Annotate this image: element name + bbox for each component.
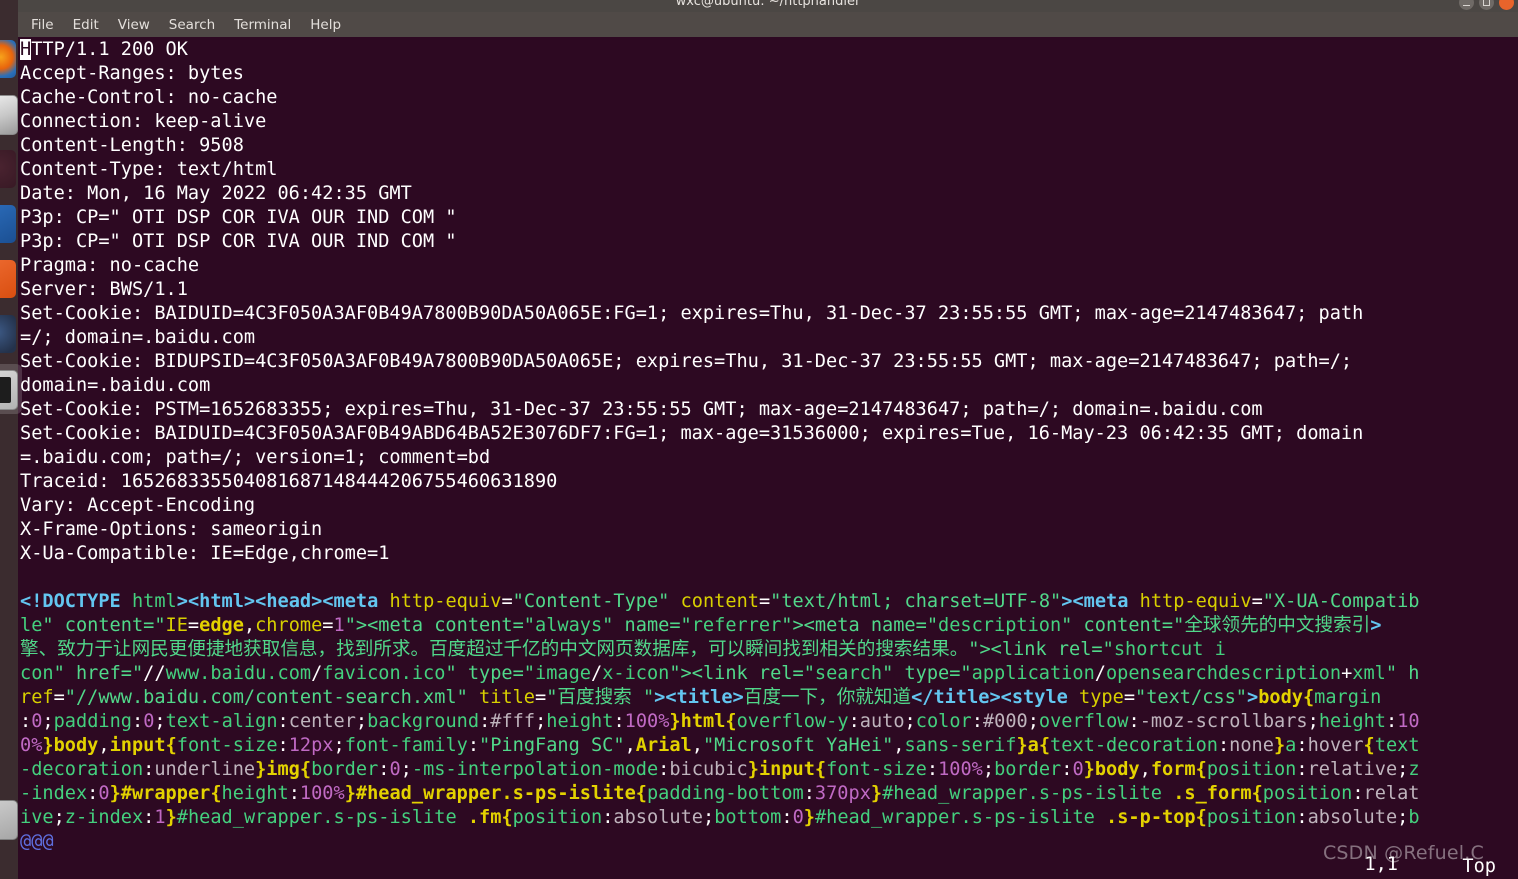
ubuntu-software-icon[interactable] [0,260,16,298]
header-line: P3p: CP=" OTI DSP COR IVA OUR IND COM " [20,207,457,228]
html-body-line: ref="//www.baidu.com/content-search.xml"… [20,687,1382,708]
menu-help[interactable]: Help [310,17,341,33]
menu-edit[interactable]: Edit [73,17,99,33]
header-line: Set-Cookie: PSTM=1652683355; expires=Thu… [20,399,1263,420]
window-title: wxc@ubuntu: ~/httphandler [675,0,861,9]
header-line: X-Ua-Compatible: IE=Edge,chrome=1 [20,543,390,564]
header-line: Cache-Control: no-cache [20,87,278,108]
header-line: =/; domain=.baidu.com [20,327,256,348]
header-line: X-Frame-Options: sameorigin [20,519,323,540]
header-line: Connection: keep-alive [20,111,267,132]
header-line: Content-Type: text/html [20,159,278,180]
menu-search[interactable]: Search [169,17,215,33]
header-line: Pragma: no-cache [20,255,200,276]
files-icon[interactable] [0,95,18,135]
header-line: Traceid: 1652683355040816871484442067554… [20,471,558,492]
html-body-line: <!DOCTYPE html><html><head><meta http-eq… [20,591,1420,612]
menubar[interactable]: File Edit View Search Terminal Help [18,12,1518,37]
window-controls[interactable] [1459,0,1514,10]
window-titlebar[interactable]: wxc@ubuntu: ~/httphandler [18,0,1518,12]
unity-launcher[interactable] [0,0,22,879]
html-body-line: -index:0}#wrapper{height:100%}#head_wrap… [20,783,1420,804]
header-line: Content-Length: 9508 [20,135,244,156]
header-line: Vary: Accept-Encoding [20,495,256,516]
html-body-line: le" content="IE=edge,chrome=1"><meta con… [20,615,1382,636]
minimize-button[interactable] [1459,0,1474,10]
html-body-line: 擎、致力于让网民更便捷地获取信息，找到所求。百度超过千亿的中文网页数据库，可以瞬… [20,639,1226,660]
maximize-button[interactable] [1479,0,1494,10]
vim-status-line: 1,1 Top [18,849,1518,879]
menu-file[interactable]: File [31,17,54,33]
scroll-indicator: Top [1462,856,1496,877]
cursor-position: 1,1 [1364,854,1398,875]
firefox-icon[interactable] [0,40,16,78]
status-line: HTTP/1.1 200 OK [20,39,188,60]
terminal-output[interactable]: HTTP/1.1 200 OK Accept-Ranges: bytes Cache… [18,37,1518,879]
software-center-icon[interactable] [0,205,16,243]
html-body-line: 0%}body,input{font-size:12px;font-family… [20,735,1420,756]
header-line: Set-Cookie: BIDUPSID=4C3F050A3AF0B49A780… [20,351,1364,372]
terminal-lines: HTTP/1.1 200 OK Accept-Ranges: bytes Cache… [20,38,1518,854]
header-line: Set-Cookie: BAIDUID=4C3F050A3AF0B49A7800… [20,303,1364,324]
terminal-icon[interactable] [0,370,18,410]
close-button[interactable] [1499,0,1514,10]
html-body-line: con" href="//www.baidu.com/favicon.ico" … [20,663,1420,684]
header-line: P3p: CP=" OTI DSP COR IVA OUR IND COM " [20,231,457,252]
header-line: Date: Mon, 16 May 2022 06:42:35 GMT [20,183,412,204]
header-line: =.baidu.com; path=/; version=1; comment=… [20,447,491,468]
menu-terminal[interactable]: Terminal [234,17,291,33]
header-line: Accept-Ranges: bytes [20,63,244,84]
help-icon[interactable] [0,315,16,353]
html-body-line: -decoration:underline}img{border:0;-ms-i… [20,759,1420,780]
html-body-line: :0;padding:0;text-align:center;backgroun… [20,711,1420,732]
header-line: Server: BWS/1.1 [20,279,188,300]
trash-icon[interactable] [0,800,18,840]
html-body-line: ive;z-index:1}#head_wrapper.s-ps-islite … [20,807,1420,828]
header-line: domain=.baidu.com [20,375,211,396]
terminal-window: wxc@ubuntu: ~/httphandler File Edit View… [18,0,1518,879]
amazon-icon[interactable] [0,150,16,188]
header-line: Set-Cookie: BAIDUID=4C3F050A3AF0B49ABD64… [20,423,1364,444]
menu-view[interactable]: View [118,17,150,33]
